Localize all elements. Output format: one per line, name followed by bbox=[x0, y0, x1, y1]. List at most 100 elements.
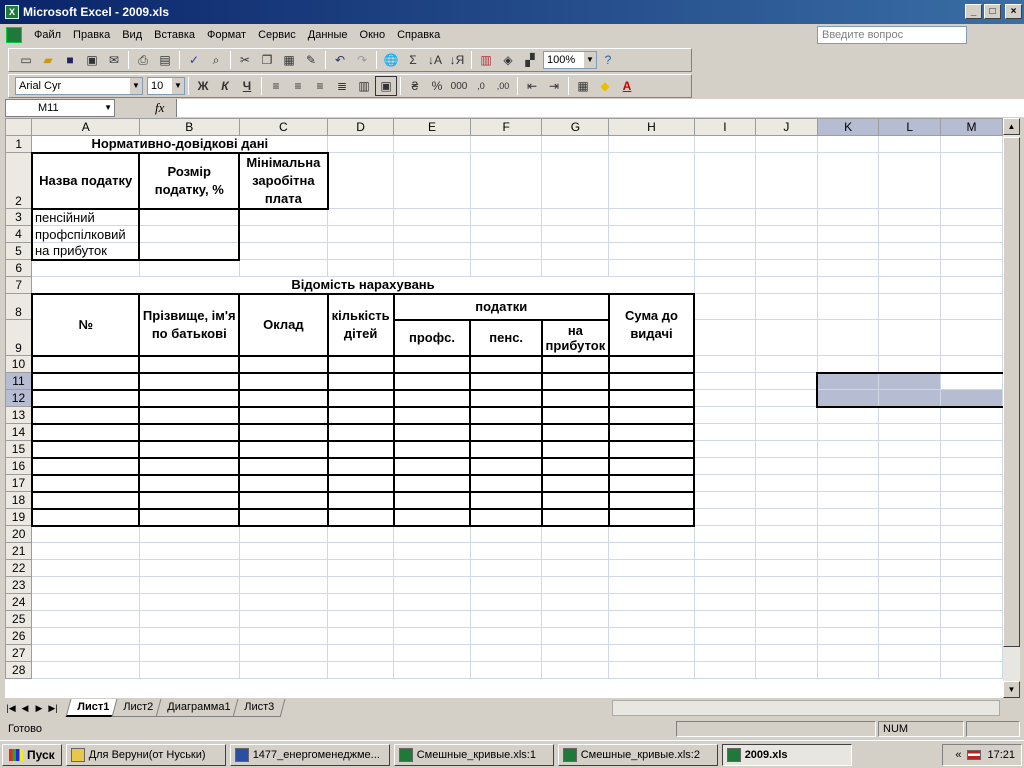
font-select[interactable]: Arial Cyr ▼ bbox=[15, 77, 143, 95]
copy-icon[interactable]: ❐ bbox=[256, 50, 278, 70]
increase-decimal-icon[interactable]: ,0 bbox=[470, 76, 492, 96]
distributed-icon[interactable]: ▥ bbox=[353, 76, 375, 96]
start-button[interactable]: Пуск bbox=[2, 743, 62, 766]
redo-icon[interactable]: ↷ bbox=[351, 50, 373, 70]
horizontal-scrollbar[interactable] bbox=[612, 700, 1000, 716]
help-search-input[interactable]: Введите вопрос bbox=[817, 26, 967, 44]
header-prof[interactable]: профс. bbox=[392, 318, 472, 357]
col-header[interactable]: M bbox=[940, 118, 1003, 136]
thousands-button[interactable]: 000 bbox=[448, 76, 470, 96]
tax-name-cell[interactable]: профспілковий bbox=[30, 225, 140, 243]
row-header[interactable]: 11 bbox=[5, 372, 33, 390]
maximize-button[interactable]: □ bbox=[984, 4, 1001, 19]
row-header[interactable]: 23 bbox=[5, 576, 33, 594]
row-header[interactable]: 14 bbox=[5, 423, 33, 441]
close-button[interactable]: × bbox=[1005, 4, 1022, 19]
align-left-icon[interactable]: ≡ bbox=[265, 76, 287, 96]
col-header[interactable]: K bbox=[816, 118, 880, 136]
header-taxes[interactable]: податки bbox=[392, 292, 610, 321]
row-header[interactable]: 4 bbox=[5, 225, 33, 243]
col-header[interactable]: G bbox=[541, 118, 610, 136]
drawing-icon[interactable]: ◈ bbox=[497, 50, 519, 70]
row-header[interactable]: 17 bbox=[5, 474, 33, 492]
spelling-icon[interactable]: ✓ bbox=[183, 50, 205, 70]
task-excel-active[interactable]: 2009.xls bbox=[721, 743, 852, 766]
minimize-button[interactable]: _ bbox=[965, 4, 982, 19]
col-header[interactable]: H bbox=[608, 118, 695, 136]
scroll-up-icon[interactable]: ▲ bbox=[1003, 118, 1020, 135]
spreadsheet-grid[interactable]: A B C D E F G H I J K L M 1 Нормативно-д… bbox=[5, 118, 1003, 698]
currency-icon[interactable]: ₴ bbox=[404, 76, 426, 96]
row-header[interactable]: 28 bbox=[5, 661, 33, 679]
row-header[interactable]: 15 bbox=[5, 440, 33, 458]
increase-indent-icon[interactable]: ⇥ bbox=[543, 76, 565, 96]
col-header[interactable]: I bbox=[693, 118, 757, 136]
fx-icon[interactable]: fx bbox=[155, 100, 164, 116]
header-tax-name[interactable]: Назва податку bbox=[30, 151, 141, 210]
menu-tools[interactable]: Сервис bbox=[252, 29, 302, 41]
font-color-button[interactable]: A bbox=[616, 76, 638, 96]
row-header[interactable]: 1 bbox=[5, 135, 33, 153]
row-header[interactable]: 19 bbox=[5, 508, 33, 526]
row-header[interactable]: 10 bbox=[5, 355, 33, 373]
tab-chart1[interactable]: Диаграмма1 bbox=[155, 699, 242, 717]
row-header[interactable]: 3 bbox=[5, 208, 33, 226]
open-icon[interactable]: ▰ bbox=[37, 50, 59, 70]
undo-icon[interactable]: ↶ bbox=[329, 50, 351, 70]
borders-icon[interactable]: ▦ bbox=[572, 76, 594, 96]
scroll-thumb[interactable] bbox=[1003, 137, 1020, 647]
decrease-indent-icon[interactable]: ⇤ bbox=[521, 76, 543, 96]
cut-icon[interactable]: ✂ bbox=[234, 50, 256, 70]
col-header[interactable]: A bbox=[31, 118, 140, 136]
email-icon[interactable]: ✉ bbox=[103, 50, 125, 70]
row-header[interactable]: 18 bbox=[5, 491, 33, 509]
row-header[interactable]: 22 bbox=[5, 559, 33, 577]
sort-asc-icon[interactable]: ↓A bbox=[424, 50, 446, 70]
col-header[interactable]: D bbox=[327, 118, 395, 136]
col-header[interactable]: B bbox=[138, 118, 240, 136]
tax-name-cell[interactable]: на прибуток bbox=[30, 242, 140, 261]
percent-button[interactable]: % bbox=[426, 76, 448, 96]
merge-center-icon[interactable]: ▣ bbox=[375, 76, 397, 96]
header-tax-size[interactable]: Розмір податку, % bbox=[138, 151, 241, 210]
new-icon[interactable]: ▭ bbox=[15, 50, 37, 70]
name-box[interactable]: M11 ▼ bbox=[5, 99, 115, 117]
row-header[interactable]: 5 bbox=[5, 242, 33, 260]
col-header[interactable]: L bbox=[878, 118, 942, 136]
header-min-wage[interactable]: Мінімальна заробітна плата bbox=[238, 151, 329, 210]
row-header[interactable]: 16 bbox=[5, 457, 33, 475]
row-header[interactable]: 12 bbox=[5, 389, 33, 407]
task-excel-1[interactable]: Смешные_кривые.xls:1 bbox=[393, 743, 554, 766]
fill-color-icon[interactable]: ◆ bbox=[594, 76, 616, 96]
task-word[interactable]: 1477_енергоменеджме... bbox=[229, 743, 390, 766]
row-header[interactable]: 13 bbox=[5, 406, 33, 424]
row-header[interactable]: 25 bbox=[5, 610, 33, 628]
save-icon[interactable]: ■ bbox=[59, 50, 81, 70]
header-children[interactable]: кількість дітей bbox=[326, 292, 395, 357]
decrease-decimal-icon[interactable]: ,00 bbox=[492, 76, 514, 96]
header-number[interactable]: № bbox=[30, 292, 141, 357]
header-profit[interactable]: на прибуток bbox=[540, 318, 610, 357]
select-all[interactable] bbox=[5, 118, 33, 136]
autosum-icon[interactable]: Σ bbox=[402, 50, 424, 70]
justify-icon[interactable]: ≣ bbox=[331, 76, 353, 96]
first-sheet-icon[interactable]: |◀ bbox=[4, 703, 18, 714]
tab-sheet3[interactable]: Лист3 bbox=[233, 699, 286, 717]
clock[interactable]: 17:21 bbox=[987, 749, 1015, 761]
col-header[interactable]: J bbox=[755, 118, 818, 136]
help-icon[interactable]: ? bbox=[597, 50, 619, 70]
print-preview-icon[interactable]: ▤ bbox=[154, 50, 176, 70]
align-right-icon[interactable]: ≡ bbox=[309, 76, 331, 96]
layout-icon[interactable]: ▞ bbox=[519, 50, 541, 70]
col-header[interactable]: C bbox=[238, 118, 329, 136]
italic-button[interactable]: К bbox=[214, 76, 236, 96]
chart-wizard-icon[interactable]: ▥ bbox=[475, 50, 497, 70]
zoom-select[interactable]: 100% ▼ bbox=[543, 51, 597, 69]
vertical-scrollbar[interactable]: ▲ ▼ bbox=[1003, 118, 1020, 698]
row-header[interactable]: 7 bbox=[5, 276, 33, 294]
hyperlink-icon[interactable]: 🌐 bbox=[380, 50, 402, 70]
next-sheet-icon[interactable]: ▶ bbox=[32, 703, 46, 714]
row-header[interactable]: 27 bbox=[5, 644, 33, 662]
header-salary[interactable]: Оклад bbox=[238, 292, 329, 357]
bold-button[interactable]: Ж bbox=[192, 76, 214, 96]
